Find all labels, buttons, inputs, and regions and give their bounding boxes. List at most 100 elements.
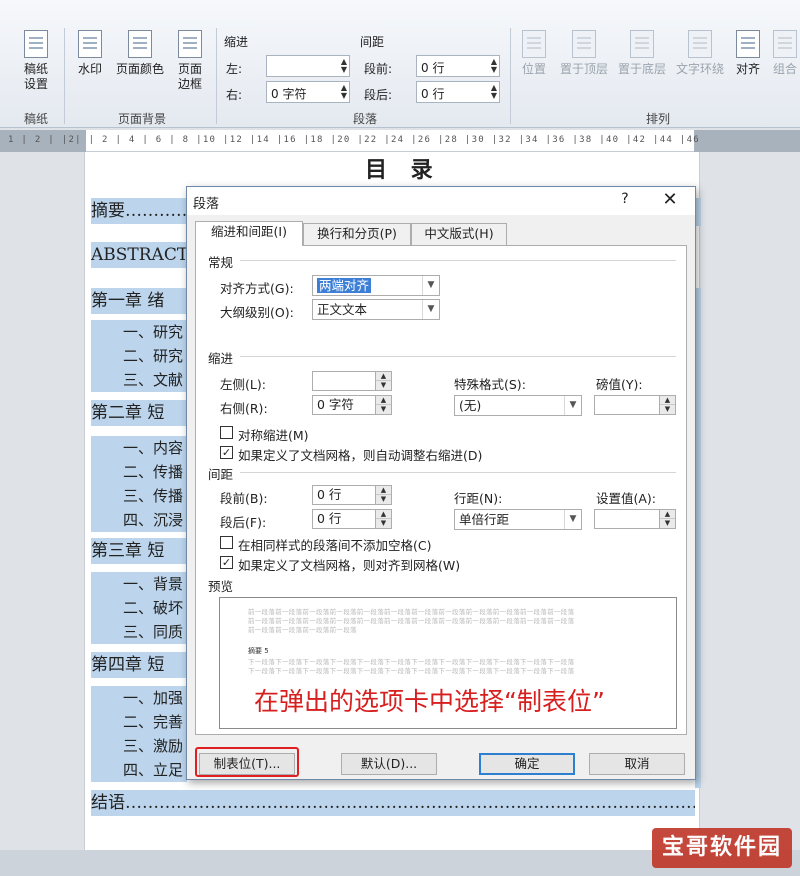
text-wrap-button[interactable]: 文字环绕 bbox=[672, 30, 728, 77]
paragraph-group-caption: 段落 bbox=[352, 112, 377, 126]
spacing-at-spinner[interactable]: ▲ ▼ bbox=[594, 509, 676, 529]
spin-down-icon[interactable]: ▼ bbox=[660, 405, 675, 414]
manuscript-setup-label: 稿纸 设置 bbox=[23, 62, 48, 91]
spin-down-icon[interactable]: ▼ bbox=[660, 519, 675, 528]
ruler-margin-right bbox=[694, 130, 800, 152]
toc-line-chapter-1: 第一章 绪 bbox=[91, 288, 191, 314]
alignment-select[interactable]: 两端对齐 ▼ bbox=[312, 275, 440, 296]
align-icon bbox=[736, 30, 760, 58]
indent-left-label: 左: bbox=[226, 62, 243, 76]
set-default-button[interactable]: 默认(D)... bbox=[341, 753, 437, 775]
send-to-back-button[interactable]: 置于底层 bbox=[614, 30, 670, 77]
spin-up-icon[interactable]: ▲ bbox=[376, 486, 391, 495]
help-icon[interactable]: ? bbox=[615, 191, 635, 207]
chevron-down-icon[interactable]: ▼ bbox=[564, 510, 581, 529]
page-border-label: 页面 边框 bbox=[177, 62, 202, 91]
tab-indent-spacing[interactable]: 缩进和间距(I) bbox=[195, 221, 303, 246]
page-border-icon bbox=[178, 30, 202, 58]
line-spacing-select[interactable]: 单倍行距 ▼ bbox=[454, 509, 582, 530]
indent-title: 缩进 bbox=[224, 35, 249, 49]
spin-arrows-icon[interactable]: ▲ ▼ bbox=[341, 84, 347, 100]
toc-sub-item: 三、传播 bbox=[91, 484, 187, 508]
group-button[interactable]: 组合 bbox=[770, 30, 800, 77]
dialog-titlebar[interactable]: 段落 ? ✕ bbox=[187, 187, 695, 215]
indent-by-spinner[interactable]: ▲ ▼ bbox=[594, 395, 676, 415]
watermark-icon bbox=[78, 30, 102, 58]
dialog-title: 段落 bbox=[193, 197, 220, 212]
auto-right-indent-checkbox[interactable]: ✓ bbox=[220, 446, 233, 459]
spin-down-icon[interactable]: ▼ bbox=[376, 405, 391, 414]
spin-arrows-icon[interactable]: ▲ ▼ bbox=[491, 84, 497, 100]
page-color-label: 页面颜色 bbox=[115, 62, 164, 76]
toc-sub-item: 一、内容 bbox=[91, 436, 187, 460]
no-space-same-style-checkbox[interactable] bbox=[220, 536, 233, 549]
horizontal-ruler[interactable]: 1 | 2 | |2| | 2 | 4 | 6 | 8 |10 |12 |14 … bbox=[0, 130, 800, 152]
highlight-box bbox=[195, 747, 299, 777]
spin-down-icon[interactable]: ▼ bbox=[376, 519, 391, 528]
align-button[interactable]: 对齐 bbox=[730, 30, 766, 77]
watermark-button[interactable]: 水印 bbox=[72, 30, 108, 77]
spacing-section-title: 间距 bbox=[208, 467, 234, 482]
bring-to-front-button[interactable]: 置于顶层 bbox=[556, 30, 612, 77]
page-color-button[interactable]: 页面颜色 bbox=[112, 30, 168, 77]
toc-sub-item: 一、研究 bbox=[91, 320, 187, 344]
close-icon[interactable]: ✕ bbox=[657, 189, 683, 211]
text-wrap-icon bbox=[688, 30, 712, 58]
cancel-button[interactable]: 取消 bbox=[589, 753, 685, 775]
spin-up-icon[interactable]: ▲ bbox=[660, 510, 675, 519]
page-border-button[interactable]: 页面 边框 bbox=[172, 30, 208, 92]
chevron-down-icon[interactable]: ▼ bbox=[564, 396, 581, 415]
chevron-down-icon[interactable]: ▼ bbox=[422, 300, 439, 319]
spacing-title: 间距 bbox=[360, 35, 385, 49]
indent-right-input[interactable]: 0 字符 ▲ ▼ bbox=[266, 81, 350, 103]
position-button[interactable]: 位置 bbox=[516, 30, 552, 77]
position-icon bbox=[522, 30, 546, 58]
spacing-after-label: 段后: bbox=[364, 88, 393, 102]
spin-arrows-icon[interactable]: ▲ ▼ bbox=[491, 58, 497, 74]
preview-next-line: 下一段落下一段落下一段落下一段落下一段落下一段落下一段落下一段落下一段落下一段落… bbox=[248, 667, 575, 675]
spin-up-icon[interactable]: ▲ bbox=[376, 396, 391, 405]
outline-level-value: 正文文本 bbox=[317, 302, 368, 317]
ribbon-separator bbox=[216, 28, 217, 124]
toc-line-chapter-3: 第三章 短 bbox=[91, 538, 191, 564]
section-divider bbox=[240, 260, 676, 261]
spin-arrows-icon[interactable]: ▲ ▼ bbox=[341, 58, 347, 74]
toc-title: 目 录 bbox=[365, 157, 441, 183]
line-spacing-label: 行距(N): bbox=[454, 491, 503, 506]
spin-down-icon[interactable]: ▼ bbox=[376, 495, 391, 504]
general-section-title: 常规 bbox=[208, 255, 234, 270]
chevron-down-icon[interactable]: ▼ bbox=[422, 276, 439, 295]
spin-down-icon[interactable]: ▼ bbox=[376, 381, 391, 390]
site-watermark-logo: 宝哥软件园 bbox=[652, 828, 792, 868]
spin-up-icon[interactable]: ▲ bbox=[376, 372, 391, 381]
bring-to-front-icon bbox=[572, 30, 596, 58]
group-icon bbox=[773, 30, 797, 58]
spin-up-icon[interactable]: ▲ bbox=[660, 396, 675, 405]
outline-level-select[interactable]: 正文文本 ▼ bbox=[312, 299, 440, 320]
special-format-select[interactable]: (无) ▼ bbox=[454, 395, 582, 416]
mirror-indent-checkbox[interactable] bbox=[220, 426, 233, 439]
spacing-before-input[interactable]: 0 行 ▲ ▼ bbox=[416, 55, 500, 77]
indent-left-spinner[interactable]: ▲ ▼ bbox=[312, 371, 392, 391]
outline-level-label: 大纲级别(O): bbox=[220, 305, 294, 320]
spacing-before-spinner[interactable]: 0 行 ▲ ▼ bbox=[312, 485, 392, 505]
spacing-after-input[interactable]: 0 行 ▲ ▼ bbox=[416, 81, 500, 103]
ok-button[interactable]: 确定 bbox=[479, 753, 575, 775]
tab-asian-typography[interactable]: 中文版式(H) bbox=[411, 223, 507, 245]
page-color-icon bbox=[128, 30, 152, 58]
toc-sub-item: 三、同质 bbox=[91, 620, 187, 644]
indent-left-label: 左侧(L): bbox=[220, 377, 266, 392]
snap-to-grid-checkbox[interactable]: ✓ bbox=[220, 556, 233, 569]
spacing-after-label: 段后(F): bbox=[220, 515, 267, 530]
spacing-after-spinner[interactable]: 0 行 ▲ ▼ bbox=[312, 509, 392, 529]
spin-up-icon[interactable]: ▲ bbox=[376, 510, 391, 519]
toc-line-chapter-4: 第四章 短 bbox=[91, 652, 191, 678]
manuscript-setup-button[interactable]: 稿纸 设置 bbox=[14, 30, 58, 92]
tab-line-page-breaks[interactable]: 换行和分页(P) bbox=[303, 223, 411, 245]
indent-left-input[interactable]: ▲ ▼ bbox=[266, 55, 350, 77]
toc-sub-item: 二、传播 bbox=[91, 460, 187, 484]
ribbon-separator bbox=[510, 28, 511, 124]
special-format-value: (无) bbox=[459, 398, 482, 413]
indent-right-spinner[interactable]: 0 字符 ▲ ▼ bbox=[312, 395, 392, 415]
indent-section-title: 缩进 bbox=[208, 351, 234, 366]
